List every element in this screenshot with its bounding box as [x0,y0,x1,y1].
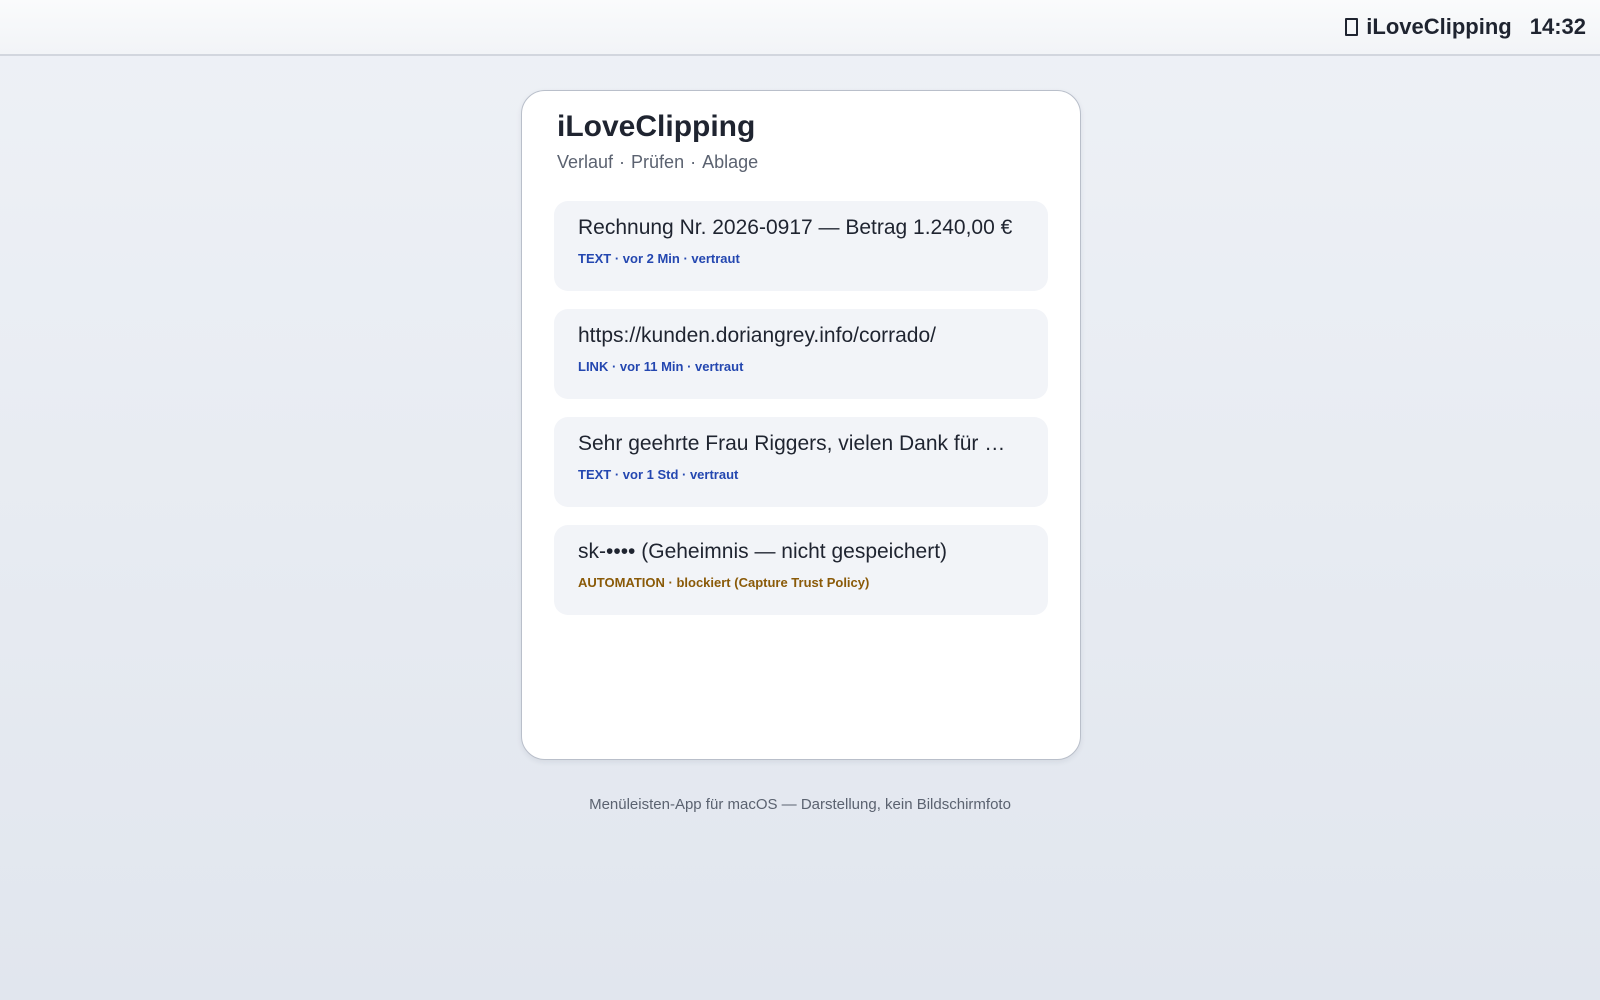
clip-meta: TEXT · vor 2 Min · vertraut [578,251,740,266]
clip-meta: LINK · vor 11 Min · vertraut [578,359,744,374]
menubar-clock: 14:32 [1529,14,1586,39]
clip-text: https://kunden.doriangrey.info/corrado/ [578,324,936,347]
menu-bar: iLoveClipping 14:32 [0,0,1600,56]
nav-item-verlauf[interactable]: Verlauf [557,151,613,173]
menubar-app-name: iLoveClipping [1366,14,1512,39]
clip-item[interactable]: https://kunden.doriangrey.info/corrado/ … [554,309,1048,399]
clip-text: sk-•••• (Geheimnis — nicht gespeichert) [578,540,948,563]
clipboard-icon [1345,18,1359,36]
clip-text: Sehr geehrte Frau Riggers, vielen Dank f… [578,432,1006,455]
nav-separator: · [690,152,697,172]
footer-note: Menüleisten-App für macOS — Darstellung,… [589,796,1011,813]
menubar-status-item[interactable]: iLoveClipping [1345,14,1512,40]
clip-item[interactable]: Rechnung Nr. 2026-0917 — Betrag 1.240,00… [554,201,1048,291]
panel-nav: Verlauf · Prüfen · Ablage [557,151,1048,173]
nav-item-pruefen[interactable]: Prüfen [631,151,684,173]
clip-meta-blocked: AUTOMATION · blockiert (Capture Trust Po… [578,575,870,590]
clip-item[interactable]: Sehr geehrte Frau Riggers, vielen Dank f… [554,417,1048,507]
nav-separator: · [619,152,626,172]
app-popover-panel: iLoveClipping Verlauf · Prüfen · Ablage … [521,90,1081,760]
clip-list: Rechnung Nr. 2026-0917 — Betrag 1.240,00… [554,201,1048,615]
clip-text: Rechnung Nr. 2026-0917 — Betrag 1.240,00… [578,216,1013,239]
nav-item-ablage[interactable]: Ablage [702,151,758,173]
clip-item-blocked[interactable]: sk-•••• (Geheimnis — nicht gespeichert) … [554,525,1048,615]
panel-title: iLoveClipping [557,110,756,143]
clip-meta: TEXT · vor 1 Std · vertraut [578,467,739,482]
